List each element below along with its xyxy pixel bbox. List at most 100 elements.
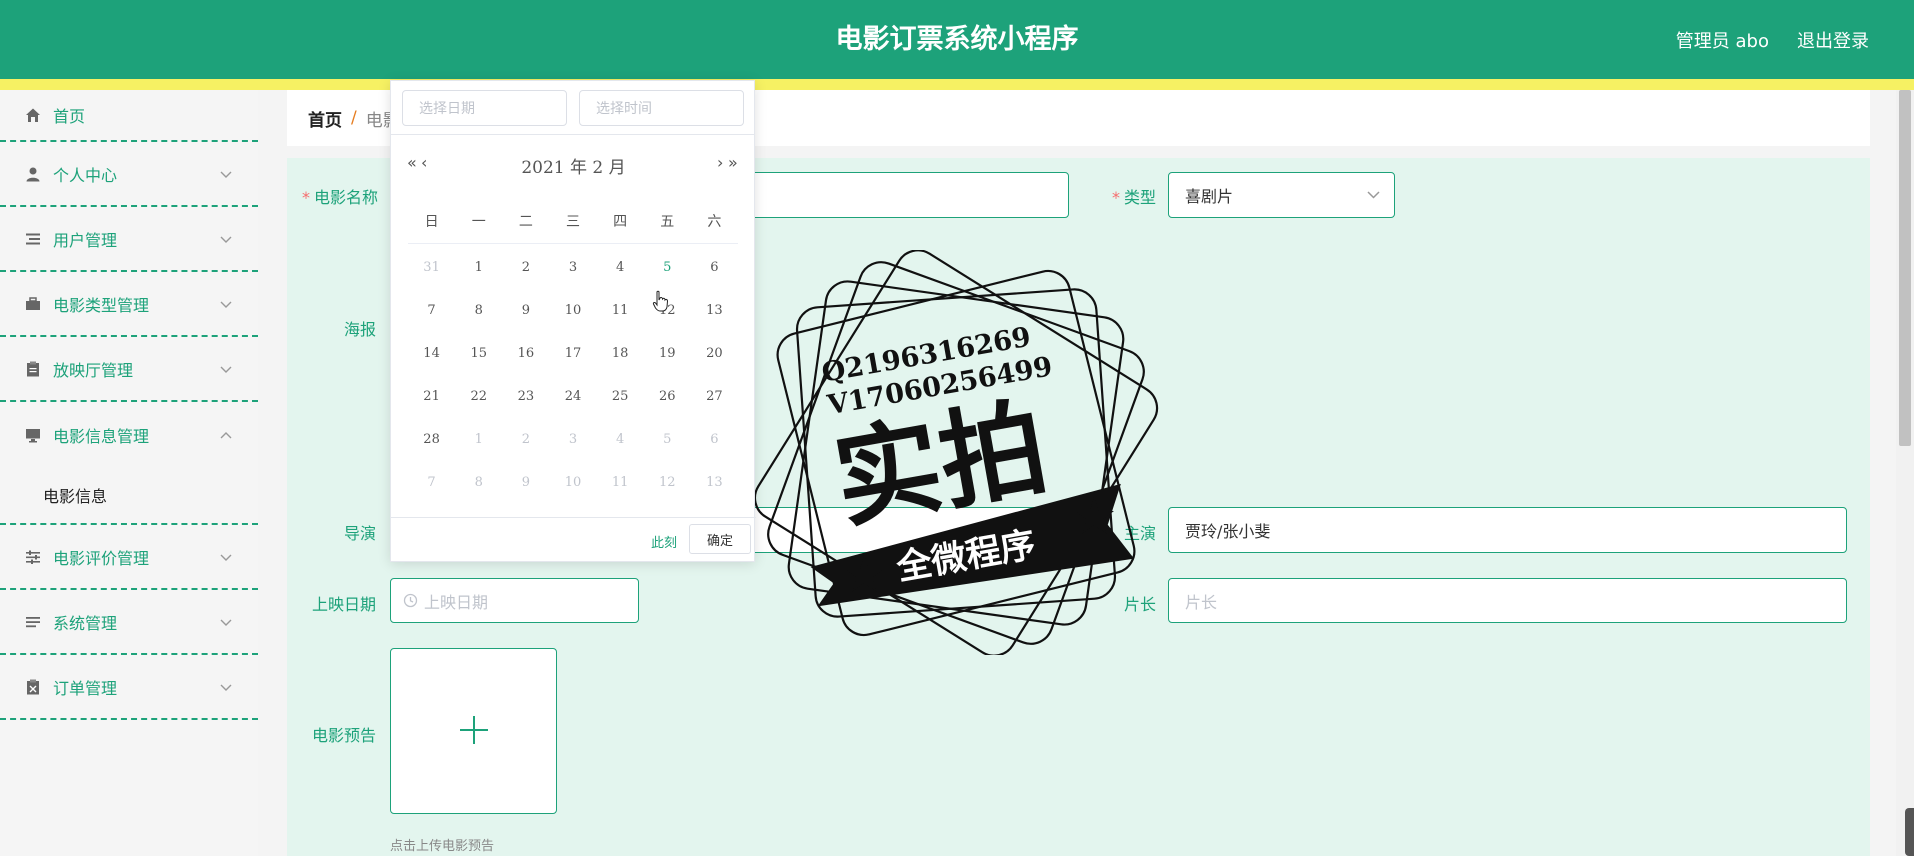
- sidebar-item-3[interactable]: 电影类型管理: [0, 272, 258, 337]
- weekday-label: 六: [707, 214, 722, 230]
- calendar-day-cell[interactable]: 20: [691, 346, 738, 361]
- sidebar-item-label: 电影类型管理: [53, 295, 150, 315]
- poster-label: 海报: [343, 320, 376, 339]
- sidebar-item-0[interactable]: 首页: [0, 90, 258, 142]
- sidebar: 首页个人中心用户管理电影类型管理 放映厅管理电影信息管理 电影信息 电影评价管理 系统管…: [0, 90, 258, 856]
- calendar-day-cell[interactable]: 25: [597, 389, 644, 404]
- calendar-day-cell[interactable]: 2: [502, 432, 549, 447]
- calendar-week-row: 28 1 2 3 4 5 6: [408, 418, 738, 461]
- trailer-upload-button[interactable]: [390, 648, 557, 814]
- calendar-day-cell[interactable]: 5: [644, 260, 691, 275]
- calendar-day-cell[interactable]: 31: [408, 260, 455, 275]
- picker-title: 2021 年 2 月: [521, 158, 626, 178]
- calendar-day-cell[interactable]: 23: [502, 389, 549, 404]
- chevron-down-icon: [220, 232, 232, 246]
- calendar-day-cell[interactable]: 19: [644, 346, 691, 361]
- sidebar-item-6[interactable]: 电影评价管理: [0, 525, 258, 590]
- calendar-day-cell[interactable]: 8: [455, 475, 502, 490]
- sliders-icon: [24, 548, 42, 566]
- calendar-day-cell[interactable]: 4: [597, 260, 644, 275]
- type-select[interactable]: 喜剧片: [1168, 172, 1395, 218]
- calendar-day-cell[interactable]: 9: [502, 475, 549, 490]
- scrollbar-thumb[interactable]: [1899, 90, 1911, 446]
- chevron-down-icon: [220, 362, 232, 376]
- sidebar-item-label: 个人中心: [53, 165, 118, 185]
- director-input[interactable]: [750, 507, 1069, 553]
- calendar-day-cell[interactable]: 8: [455, 303, 502, 318]
- sidebar-item-label: 首页: [53, 107, 86, 126]
- calendar-day-cell[interactable]: 6: [691, 260, 738, 275]
- calendar-day-cell[interactable]: 22: [455, 389, 502, 404]
- now-button[interactable]: 此刻: [651, 532, 677, 551]
- next-month-button[interactable]: ›: [717, 153, 723, 172]
- monitor-icon: [24, 426, 42, 444]
- weekday-label: 三: [565, 214, 580, 230]
- calendar-day-cell[interactable]: 12: [644, 475, 691, 490]
- calendar-week-row: 7 8 9 10 11 12 13: [408, 461, 738, 504]
- chevron-down-icon: [220, 297, 232, 311]
- calendar-day-cell[interactable]: 17: [549, 346, 596, 361]
- trailer-upload-tip: 点击上传电影预告: [390, 839, 495, 854]
- actor-label: 主演: [1123, 524, 1156, 543]
- actor-input[interactable]: 贾玲/张小斐: [1168, 507, 1847, 553]
- sidebar-item-7[interactable]: 系统管理: [0, 590, 258, 655]
- calendar-day-cell[interactable]: 6: [691, 432, 738, 447]
- picker-arrow: [432, 552, 448, 561]
- calendar-day-cell[interactable]: 27: [691, 389, 738, 404]
- calendar-day-cell[interactable]: 3: [549, 432, 596, 447]
- sidebar-item-4[interactable]: 放映厅管理: [0, 337, 258, 402]
- calendar-day-cell[interactable]: 15: [455, 346, 502, 361]
- sidebar-item-1[interactable]: 个人中心: [0, 142, 258, 207]
- calendar-day-cell[interactable]: 11: [597, 475, 644, 490]
- calendar-day-cell[interactable]: 21: [408, 389, 455, 404]
- chevron-down-icon: [220, 167, 232, 181]
- calendar-day-cell[interactable]: 18: [597, 346, 644, 361]
- calendar-day-cell[interactable]: 1: [455, 432, 502, 447]
- confirm-button[interactable]: 确定: [689, 524, 751, 554]
- sidebar-item-label: 用户管理: [53, 230, 118, 250]
- calendar-day-cell[interactable]: 13: [691, 303, 738, 318]
- calendar-day-cell[interactable]: 5: [644, 432, 691, 447]
- logout-button[interactable]: 退出登录: [1797, 27, 1869, 53]
- picker-header: « ‹ 2021 年 2 月 › »: [391, 151, 756, 179]
- next-year-button[interactable]: »: [728, 153, 738, 172]
- sidebar-item-label: 放映厅管理: [53, 360, 134, 380]
- sidebar-item-8[interactable]: 订单管理: [0, 655, 258, 720]
- calendar-day-cell[interactable]: 9: [502, 303, 549, 318]
- sidebar-item-label: 订单管理: [53, 678, 118, 698]
- calendar-day-cell[interactable]: 11: [597, 303, 644, 318]
- weekday-label: 一: [471, 214, 486, 230]
- breadcrumb-separator: /: [351, 108, 357, 128]
- calendar-day-cell[interactable]: 26: [644, 389, 691, 404]
- type-label: * 类型: [1111, 188, 1156, 207]
- calendar-day-cell[interactable]: 10: [549, 475, 596, 490]
- duration-input[interactable]: 片长: [1168, 578, 1847, 623]
- breadcrumb-home[interactable]: 首页: [308, 106, 342, 131]
- calendar-day-cell[interactable]: 13: [691, 475, 738, 490]
- sidebar-subitem-movie-info[interactable]: 电影信息: [0, 467, 258, 525]
- picker-date-input[interactable]: 选择日期: [402, 90, 567, 126]
- duration-placeholder: 片长: [1185, 592, 1218, 612]
- movie-name-input[interactable]: [750, 172, 1069, 218]
- sidebar-item-5[interactable]: 电影信息管理: [0, 402, 258, 467]
- chevron-up-icon: [220, 428, 232, 442]
- calendar-week-row: 21 22 23 24 25 26 27: [408, 375, 738, 418]
- calendar-day-cell[interactable]: 7: [408, 303, 455, 318]
- calendar-day-cell[interactable]: 3: [549, 260, 596, 275]
- calendar-day-cell[interactable]: 24: [549, 389, 596, 404]
- calendar-day-cell[interactable]: 28: [408, 432, 455, 447]
- settings-list-icon: [24, 613, 42, 631]
- picker-time-input[interactable]: 选择时间: [579, 90, 744, 126]
- calendar-day-cell[interactable]: 2: [502, 260, 549, 275]
- weekday-header-row: 日一二三四五六: [408, 211, 738, 244]
- calendar-day-cell[interactable]: 1: [455, 260, 502, 275]
- calendar-day-cell[interactable]: 4: [597, 432, 644, 447]
- calendar-day-cell[interactable]: 10: [549, 303, 596, 318]
- calendar-week-row: 14 15 16 17 18 19 20: [408, 332, 738, 375]
- current-user-label[interactable]: 管理员 abo: [1676, 27, 1769, 53]
- calendar-day-cell[interactable]: 7: [408, 475, 455, 490]
- sidebar-item-2[interactable]: 用户管理: [0, 207, 258, 272]
- calendar-day-cell[interactable]: 16: [502, 346, 549, 361]
- release-date-input[interactable]: 上映日期: [390, 578, 639, 623]
- calendar-day-cell[interactable]: 14: [408, 346, 455, 361]
